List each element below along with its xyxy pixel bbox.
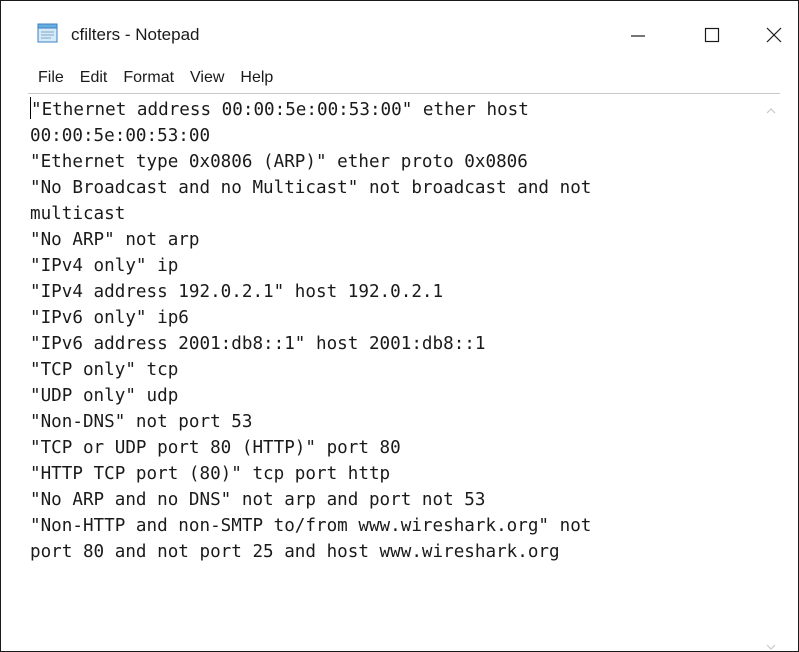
text-line: "IPv6 only" ip6 [30, 308, 189, 328]
text-line: port 80 and not port 25 and host www.wir… [30, 542, 560, 562]
menu-file[interactable]: File [36, 66, 66, 90]
text-line: "TCP only" tcp [30, 360, 179, 380]
text-line: "HTTP TCP port (80)" tcp port http [30, 464, 391, 484]
text-line: "No ARP and no DNS" not arp and port not… [30, 490, 486, 510]
text-line: "Non-HTTP and non-SMTP to/from www.wires… [30, 516, 592, 536]
menu-edit[interactable]: Edit [78, 66, 110, 90]
text-line: 00:00:5e:00:53:00 [30, 126, 211, 146]
text-line: "No Broadcast and no Multicast" not broa… [30, 178, 592, 198]
scroll-down-icon[interactable] [766, 638, 776, 650]
minimize-icon [630, 27, 646, 43]
close-icon [766, 27, 782, 43]
text-line: "Ethernet type 0x0806 (ARP)" ether proto… [30, 152, 528, 172]
window-title: cfilters - Notepad [71, 25, 200, 44]
text-line: "TCP or UDP port 80 (HTTP)" port 80 [30, 438, 401, 458]
close-button[interactable] [751, 15, 797, 55]
maximize-button[interactable] [689, 15, 735, 55]
menu-help[interactable]: Help [238, 66, 275, 90]
notepad-window: cfilters - Notepad File Edit Format View… [0, 0, 799, 652]
text-line: "IPv4 address 192.0.2.1" host 192.0.2.1 [30, 282, 444, 302]
editor-text[interactable]: "Ethernet address 00:00:5e:00:53:00" eth… [30, 97, 760, 651]
menu-format[interactable]: Format [121, 66, 176, 90]
notepad-icon [37, 23, 59, 43]
title-bar[interactable]: cfilters - Notepad [1, 1, 798, 59]
text-editor[interactable]: "Ethernet address 00:00:5e:00:53:00" eth… [28, 93, 780, 651]
maximize-icon [704, 27, 720, 43]
text-line: "Non-DNS" not port 53 [30, 412, 253, 432]
menu-view[interactable]: View [188, 66, 226, 90]
text-line: "IPv4 only" ip [30, 256, 179, 276]
minimize-button[interactable] [615, 15, 661, 55]
text-line: "UDP only" udp [30, 386, 179, 406]
text-line: multicast [30, 204, 126, 224]
text-line: "No ARP" not arp [30, 230, 200, 250]
text-line: "Ethernet address 00:00:5e:00:53:00" eth… [31, 100, 529, 120]
text-line: "IPv6 address 2001:db8::1" host 2001:db8… [30, 334, 486, 354]
scroll-up-icon[interactable] [766, 102, 776, 114]
vertical-scrollbar[interactable] [762, 94, 780, 651]
menu-bar: File Edit Format View Help [1, 63, 798, 93]
